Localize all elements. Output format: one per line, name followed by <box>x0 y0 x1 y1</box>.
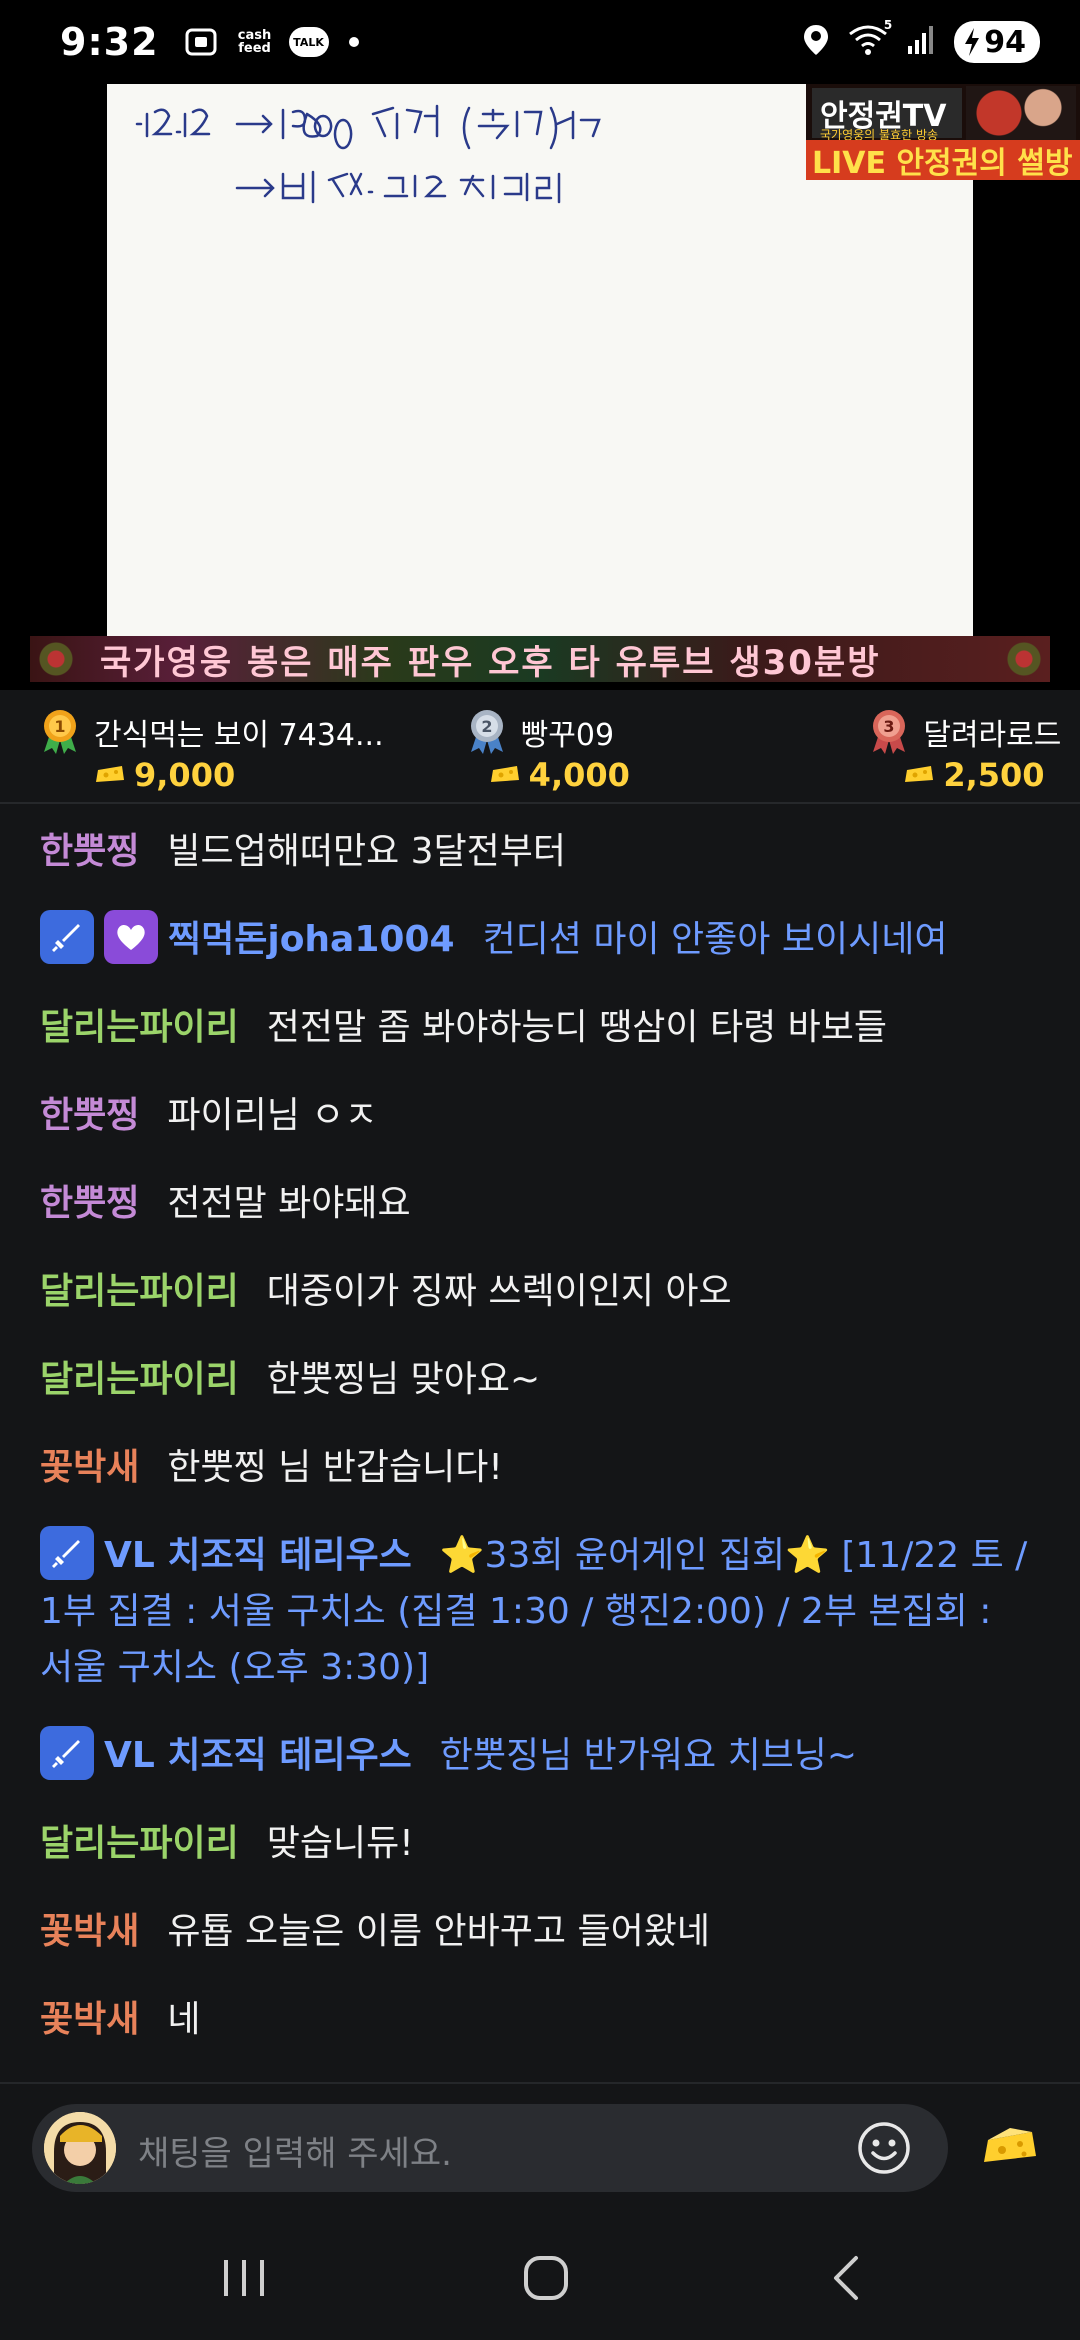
cheese-icon <box>905 766 934 782</box>
chat-nickname[interactable]: 꽃박새 <box>40 1447 139 1488</box>
chat-message[interactable]: 달리는파이리 대중이가 징짜 쓰렉이인지 아오 <box>40 1264 1040 1320</box>
emoji-icon[interactable] <box>856 2120 912 2176</box>
chat-message[interactable]: 달리는파이리 전전말 좀 봐야하능디 땡삼이 타령 바보들 <box>40 1000 1040 1056</box>
gold-medal-icon: 1 <box>44 710 76 754</box>
status-time: 9:32 <box>60 20 159 64</box>
chat-nickname[interactable]: 달리는파이리 <box>40 1823 239 1864</box>
chat-nickname[interactable]: 달리는파이리 <box>40 1271 239 1312</box>
system-icons: 5 94 <box>802 18 1040 63</box>
chat-text: 한뿟찡 님 반갑습니다! <box>167 1447 503 1488</box>
sword-icon <box>40 1526 94 1580</box>
chat-input-bar: 채팅을 입력해 주세요. <box>0 2082 1080 2210</box>
battery-level: 94 <box>984 24 1026 60</box>
signal-icon <box>906 24 936 60</box>
ranking-score: 2,500 <box>943 756 1045 794</box>
video-player[interactable]: 안정권TV 국가영웅의 불효한 방송 LIVE 안정권의 썰방 국가영웅 봉은 … <box>0 84 1080 690</box>
back-icon[interactable] <box>818 2250 878 2306</box>
chat-text: 컨디션 마이 안좋아 보이시네여 <box>482 919 948 960</box>
ticker-emblem-icon <box>1006 642 1042 676</box>
chat-text: 파이리님 ㅇㅈ <box>167 1095 378 1136</box>
chat-text: 네 <box>167 1999 201 2040</box>
chat-text: 대중이가 징짜 쓰렉이인지 아오 <box>266 1271 732 1312</box>
chat-message[interactable]: 한뿟찡 전전말 봐야돼요 <box>40 1176 1040 1232</box>
wifi-icon: 5 <box>848 18 892 60</box>
chat-nickname[interactable]: 꽃박새 <box>40 1999 139 2040</box>
heart-icon <box>104 910 158 964</box>
cheese-donate-icon[interactable] <box>980 2124 1040 2170</box>
chat-nickname[interactable]: 달리는파이리 <box>40 1359 239 1400</box>
chat-nickname[interactable]: 한뿟찡 <box>40 1095 139 1136</box>
svg-text:1: 1 <box>54 717 65 736</box>
chat-message[interactable]: VL 치조직 테리우스 한뿟징님 반가워요 치브닝~ <box>40 1726 1040 1784</box>
chat-nickname[interactable]: 한뿟찡 <box>40 831 139 872</box>
system-nav-bar <box>0 2210 1080 2340</box>
charging-icon <box>965 28 980 56</box>
notification-icons: cash feed TALK <box>181 25 359 59</box>
chat-text: 전전말 봐야돼요 <box>167 1183 411 1224</box>
chat-message[interactable]: 꽃박새 유툡 오늘은 이름 안바꾸고 들어왔네 <box>40 1904 1040 1960</box>
ranking-item-2[interactable]: 2 빵꾸09 4,000 <box>377 700 724 800</box>
cheese-icon <box>490 766 519 782</box>
ticker-text: 국가영웅 봉은 매주 판우 오후 타 유투브 생30분방 <box>100 642 881 683</box>
chat-nickname[interactable]: 찍먹돈joha1004 <box>168 919 455 960</box>
sword-icon <box>40 910 94 964</box>
channel-watermark: 안정권TV 국가영웅의 불효한 방송 LIVE 안정권의 썰방 <box>806 84 1080 181</box>
live-banner: LIVE 안정권의 썰방 <box>806 140 1080 181</box>
wifi-band-label: 5 <box>883 18 893 32</box>
location-icon <box>802 23 830 61</box>
chat-input[interactable]: 채팅을 입력해 주세요. <box>32 2104 948 2192</box>
chat-message[interactable]: 한뿟찡 빌드업해떠만요 3달전부터 <box>40 824 1040 880</box>
recent-apps-icon[interactable] <box>214 2250 274 2306</box>
ranking-name: 달려라로드 <box>923 718 1062 753</box>
chat-text: 한뿟찡님 맞아요~ <box>266 1359 541 1400</box>
cashfeed-icon: cash feed <box>235 25 275 59</box>
chat-text: 유툡 오늘은 이름 안바꾸고 들어왔네 <box>167 1911 710 1952</box>
ranking-score: 9,000 <box>134 756 236 794</box>
chat-input-placeholder: 채팅을 입력해 주세요. <box>138 2134 452 2174</box>
silver-medal-icon: 2 <box>470 710 503 754</box>
chat-message[interactable]: VL 치조직 테리우스 ⭐33회 윤어게인 집회⭐ [11/22 토 / 1부 집… <box>40 1526 1040 1696</box>
kakaotalk-icon: TALK <box>288 27 329 57</box>
battery-indicator: 94 <box>954 21 1040 63</box>
chat-nickname[interactable]: 꽃박새 <box>40 1911 139 1952</box>
chat-message[interactable]: 달리는파이리 맞습니듀! <box>40 1816 1040 1872</box>
chat-nickname[interactable]: 한뿟찡 <box>40 1183 139 1224</box>
sword-icon <box>40 1726 94 1780</box>
chat-message[interactable]: 달리는파이리 한뿟찡님 맞아요~ <box>40 1352 1040 1408</box>
ranking-name: 빵꾸09 <box>520 718 615 753</box>
chat-text: 맞습니듀! <box>266 1823 414 1864</box>
svg-text:2: 2 <box>481 717 492 736</box>
cheese-icon <box>96 766 124 782</box>
more-notifications-dot <box>348 37 359 47</box>
chat-nickname[interactable]: VL 치조직 테리우스 <box>104 1535 412 1576</box>
ranking-item-1[interactable]: 1 간식먹는 보이 7434... 9,000 <box>40 700 384 800</box>
chat-nickname[interactable]: VL 치조직 테리우스 <box>104 1735 412 1776</box>
screenshot-icon <box>181 25 221 59</box>
chat-text: 한뿟징님 반가워요 치브닝~ <box>439 1735 858 1776</box>
svg-text:3: 3 <box>884 717 895 736</box>
status-bar: 9:32 cash feed TALK 5 94 <box>0 0 1080 84</box>
chat-list[interactable]: 한뿟찡 빌드업해떠만요 3달전부터 찍먹돈joha1004 컨디션 마이 안좋아 보… <box>0 806 1080 2082</box>
donation-ranking[interactable]: 1 간식먹는 보이 7434... 9,000 2 빵꾸09 4,000 3 달… <box>0 690 1080 804</box>
ranking-name: 간식먹는 보이 7434... <box>94 718 384 753</box>
chat-message[interactable]: 꽃박새 네 <box>40 1992 1040 2048</box>
chat-message[interactable]: 한뿟찡 파이리님 ㅇㅈ <box>40 1088 1040 1144</box>
host-photo-image <box>966 86 1076 140</box>
chat-message[interactable]: 찍먹돈joha1004 컨디션 마이 안좋아 보이시네여 <box>40 910 1040 968</box>
cashfeed-bottom: feed <box>238 41 271 56</box>
chat-nickname[interactable]: 달리는파이리 <box>40 1007 239 1048</box>
ranking-item-3[interactable]: 3 달려라로드 2,500 <box>723 700 1062 800</box>
ranking-score: 4,000 <box>528 756 630 794</box>
chat-text: 전전말 좀 봐야하능디 땡삼이 타령 바보들 <box>266 1007 887 1048</box>
chat-text: 빌드업해떠만요 3달전부터 <box>167 831 567 872</box>
ticker-emblem-icon <box>38 642 74 676</box>
avatar[interactable] <box>44 2112 116 2184</box>
chat-message[interactable]: 꽃박새 한뿟찡 님 반갑습니다! <box>40 1440 1040 1496</box>
bronze-medal-icon: 3 <box>873 710 906 754</box>
home-icon[interactable] <box>516 2250 576 2306</box>
news-ticker: 국가영웅 봉은 매주 판우 오후 타 유투브 생30분방 <box>30 636 1050 682</box>
